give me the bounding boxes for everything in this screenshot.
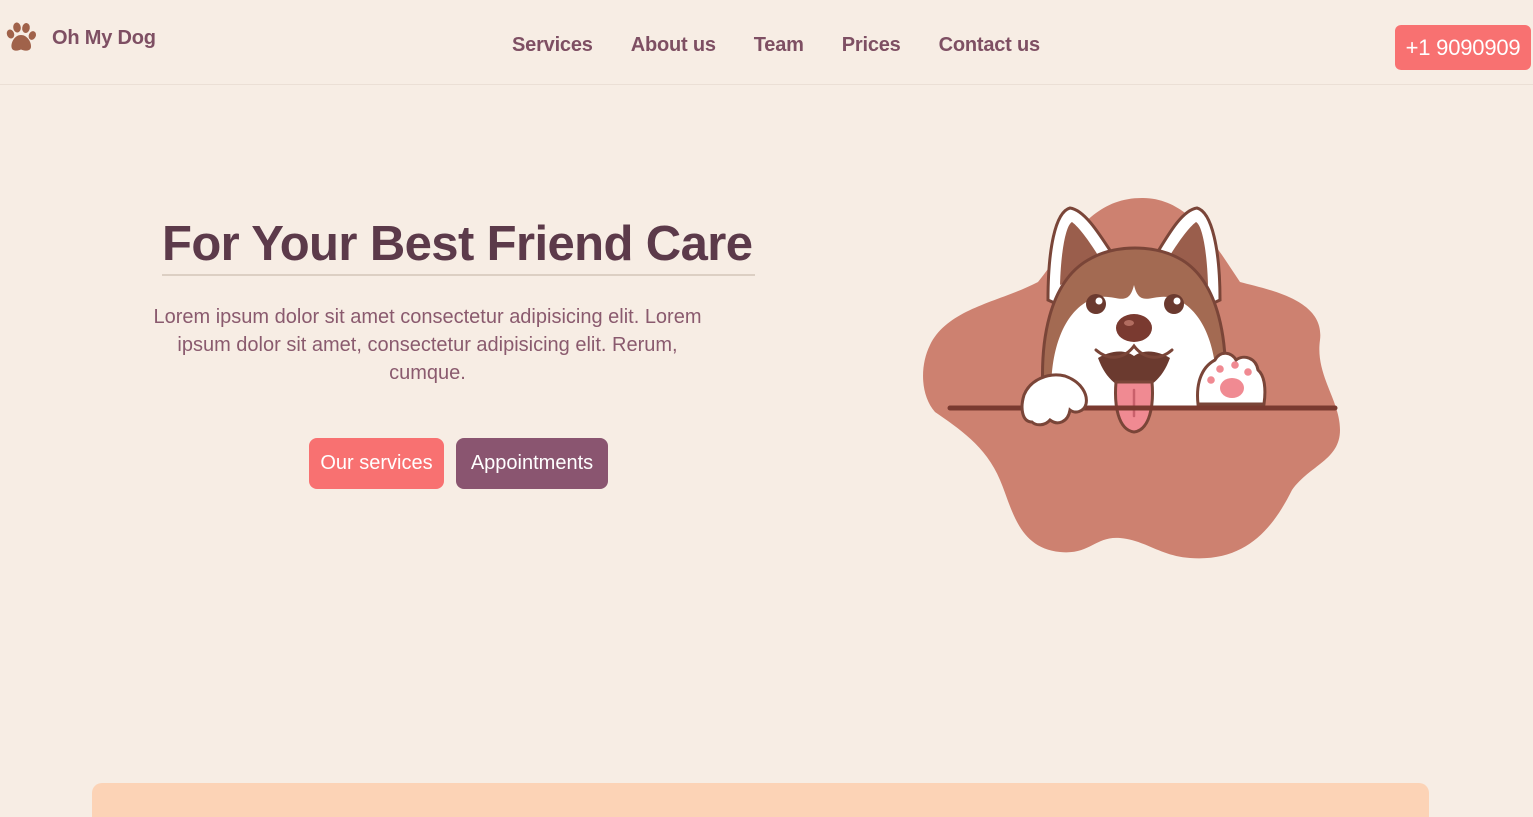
left-eye	[1086, 294, 1106, 314]
brand-logo-link[interactable]: Oh My Dog	[4, 20, 156, 56]
nav-item-prices: Prices	[823, 30, 920, 60]
phone-button[interactable]: +1 9090909	[1395, 25, 1531, 70]
nav-link-services[interactable]: Services	[493, 30, 612, 60]
nav-item-services: Services	[493, 30, 612, 60]
main-nav: Services About us Team Prices Contact us	[493, 30, 1059, 60]
hero-title: For Your Best Friend Care	[162, 214, 755, 276]
hero-description: Lorem ipsum dolor sit amet consectetur a…	[153, 306, 702, 384]
nav-item-contact: Contact us	[920, 30, 1059, 60]
appointments-button[interactable]: Appointments	[456, 438, 608, 489]
right-eye	[1164, 294, 1184, 314]
our-services-button[interactable]: Our services	[309, 438, 444, 489]
paw-pad	[1220, 378, 1244, 398]
brand-name: Oh My Dog	[52, 26, 156, 49]
site-header: Oh My Dog Services About us Team Prices …	[0, 0, 1533, 85]
page: Oh My Dog Services About us Team Prices …	[0, 0, 1533, 817]
paw-icon	[6, 22, 37, 51]
bottom-section-card	[92, 783, 1429, 817]
nav-link-prices[interactable]: Prices	[823, 30, 920, 60]
nav-item-team: Team	[735, 30, 823, 60]
nav-item-about: About us	[612, 30, 735, 60]
nose	[1116, 314, 1152, 342]
nav-link-team[interactable]: Team	[735, 30, 823, 60]
husky-dog-illustration	[923, 198, 1340, 559]
hero-actions: Our services Appointments	[309, 438, 608, 489]
nav-link-about[interactable]: About us	[612, 30, 735, 60]
nav-link-contact[interactable]: Contact us	[920, 30, 1059, 60]
